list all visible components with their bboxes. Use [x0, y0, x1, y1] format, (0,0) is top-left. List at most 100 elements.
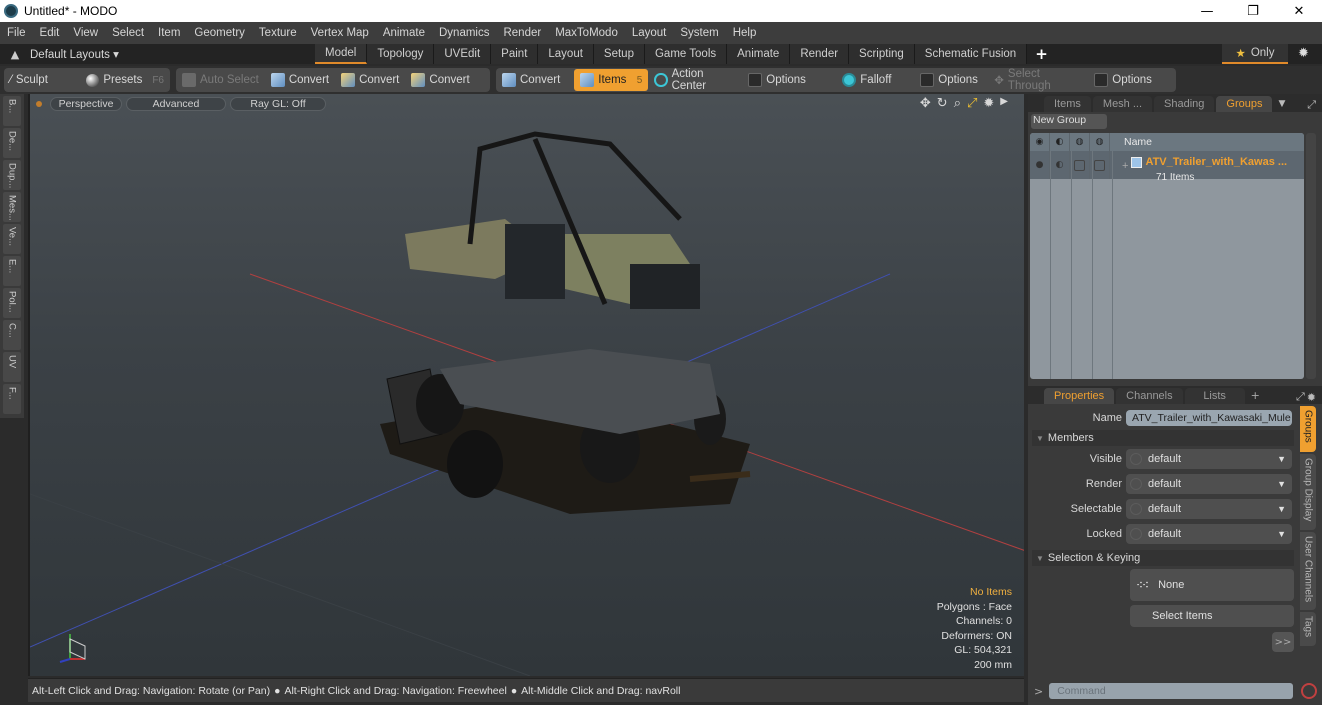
- convert-items-button[interactable]: Convert: [496, 69, 566, 91]
- render-toggle[interactable]: ◐: [1050, 151, 1070, 179]
- name-column-header[interactable]: Name: [1110, 136, 1152, 148]
- side-tab-tags[interactable]: Tags: [1300, 612, 1316, 646]
- presets-button[interactable]: Presets F6: [80, 69, 170, 91]
- menu-file[interactable]: File: [0, 27, 33, 39]
- tab-render[interactable]: Render: [790, 44, 850, 64]
- menu-animate[interactable]: Animate: [376, 27, 432, 39]
- strip-tab-fusion[interactable]: F...: [3, 384, 21, 414]
- lock-column-icon[interactable]: ◍: [1070, 133, 1090, 151]
- sculpt-button[interactable]: ⁄ Sculpt: [4, 69, 80, 91]
- members-section-header[interactable]: ▼ Members: [1032, 430, 1294, 446]
- group-list[interactable]: ◉ ◐ ◍ ◍ Name ● ◐ + ATV_Trailer_with_Kawa…: [1030, 133, 1304, 379]
- menu-vertex-map[interactable]: Vertex Map: [304, 27, 376, 39]
- tab-lists[interactable]: Lists: [1184, 388, 1245, 404]
- convert-polygons-button[interactable]: Convert: [405, 69, 475, 91]
- locked-key-radio[interactable]: [1130, 528, 1142, 540]
- tab-paint[interactable]: Paint: [491, 44, 539, 64]
- atv-trailer-model[interactable]: [380, 131, 751, 514]
- tab-model[interactable]: Model: [315, 44, 368, 64]
- select-items-button[interactable]: Select Items: [1130, 605, 1294, 627]
- add-tab-button[interactable]: +: [1251, 389, 1260, 402]
- record-macro-icon[interactable]: [1301, 683, 1318, 699]
- tab-mesh[interactable]: Mesh ...: [1092, 96, 1153, 112]
- visibility-toggle[interactable]: ●: [1030, 151, 1050, 179]
- tab-layout[interactable]: Layout: [538, 44, 594, 64]
- close-button[interactable]: ✕: [1276, 0, 1322, 22]
- strip-tab-mesh-edit[interactable]: Mes...: [3, 192, 21, 222]
- menu-texture[interactable]: Texture: [252, 27, 304, 39]
- tab-uvedit[interactable]: UVEdit: [434, 44, 492, 64]
- strip-tab-polygon[interactable]: Pol...: [3, 288, 21, 318]
- tab-scripting[interactable]: Scripting: [849, 44, 915, 64]
- menu-edit[interactable]: Edit: [33, 27, 67, 39]
- selectable-key-radio[interactable]: [1130, 503, 1142, 515]
- expand-plus-icon[interactable]: +: [1122, 160, 1128, 172]
- falloff-options-button[interactable]: Options: [914, 69, 988, 91]
- menu-help[interactable]: Help: [726, 27, 764, 39]
- render-column-icon[interactable]: ◐: [1050, 133, 1070, 151]
- menu-dynamics[interactable]: Dynamics: [432, 27, 496, 39]
- add-layout-tab-button[interactable]: +: [1027, 45, 1056, 63]
- menu-view[interactable]: View: [66, 27, 105, 39]
- tab-game-tools[interactable]: Game Tools: [644, 44, 728, 64]
- auto-select-button[interactable]: Auto Select: [176, 69, 265, 91]
- minimize-button[interactable]: —: [1184, 0, 1230, 22]
- menu-layout[interactable]: Layout: [625, 27, 674, 39]
- tabs-dropdown-icon[interactable]: ▼: [1278, 99, 1285, 109]
- tab-groups[interactable]: Groups: [1216, 96, 1273, 112]
- group-list-scrollbar[interactable]: [1306, 133, 1316, 379]
- items-mode-button[interactable]: Items 5: [574, 69, 649, 91]
- tab-topology[interactable]: Topology: [367, 44, 435, 64]
- only-filter-button[interactable]: ★ Only: [1222, 44, 1288, 64]
- layout-up-icon[interactable]: ▲: [0, 48, 30, 61]
- menu-geometry[interactable]: Geometry: [187, 27, 252, 39]
- visibility-column-icon[interactable]: ◉: [1030, 133, 1050, 151]
- tab-schematic-fusion[interactable]: Schematic Fusion: [914, 44, 1028, 64]
- tab-properties[interactable]: Properties: [1044, 388, 1115, 404]
- tab-items[interactable]: Items: [1044, 96, 1091, 112]
- restore-button[interactable]: ❐: [1230, 0, 1276, 22]
- tab-animate[interactable]: Animate: [727, 44, 791, 64]
- command-input[interactable]: Command: [1049, 683, 1294, 699]
- select-through-button[interactable]: ✥ Select Through: [988, 68, 1088, 92]
- selection-keying-section-header[interactable]: ▼ Selection & Keying: [1032, 550, 1294, 566]
- side-tab-group-display[interactable]: Group Display: [1300, 454, 1316, 530]
- menu-item[interactable]: Item: [151, 27, 187, 39]
- select-column-icon[interactable]: ◍: [1090, 133, 1110, 151]
- more-button[interactable]: >>: [1272, 632, 1294, 652]
- selectable-dropdown[interactable]: default ▼: [1126, 499, 1292, 519]
- side-tab-groups[interactable]: Groups: [1300, 406, 1316, 452]
- strip-tab-curve[interactable]: C...: [3, 320, 21, 350]
- locked-dropdown[interactable]: default ▼: [1126, 524, 1292, 544]
- menu-system[interactable]: System: [673, 27, 725, 39]
- strip-tab-uv[interactable]: UV: [3, 352, 21, 382]
- panel-settings-icon[interactable]: ✹: [1307, 391, 1316, 404]
- select-toggle[interactable]: [1090, 151, 1110, 179]
- new-group-button[interactable]: New Group: [1031, 114, 1107, 129]
- select-through-options-button[interactable]: Options: [1088, 69, 1158, 91]
- action-center-button[interactable]: Action Center: [648, 68, 742, 92]
- convert-edges-button[interactable]: Convert: [335, 69, 405, 91]
- strip-tab-edge[interactable]: E...: [3, 256, 21, 286]
- tab-channels[interactable]: Channels: [1116, 388, 1183, 404]
- strip-tab-bevel[interactable]: B...: [3, 96, 21, 126]
- none-selection-set-button[interactable]: ⁖⁖ None: [1130, 569, 1294, 601]
- menu-select[interactable]: Select: [105, 27, 151, 39]
- menu-render[interactable]: Render: [496, 27, 548, 39]
- visible-key-radio[interactable]: [1130, 453, 1142, 465]
- render-dropdown[interactable]: default ▼: [1126, 474, 1292, 494]
- falloff-button[interactable]: Falloff: [836, 69, 914, 91]
- strip-tab-duplicate[interactable]: Dup...: [3, 160, 21, 190]
- strip-tab-vertex[interactable]: Ve...: [3, 224, 21, 254]
- tab-shading[interactable]: Shading: [1154, 96, 1215, 112]
- render-key-radio[interactable]: [1130, 478, 1142, 490]
- visible-dropdown[interactable]: default ▼: [1126, 449, 1292, 469]
- side-tab-user-channels[interactable]: User Channels: [1300, 532, 1316, 610]
- convert-vertices-button[interactable]: Convert: [265, 69, 335, 91]
- tab-setup[interactable]: Setup: [593, 44, 645, 64]
- settings-gear-icon[interactable]: ✹: [1298, 46, 1309, 61]
- 3d-viewport[interactable]: Perspective Advanced Ray GL: Off ✥ ↻ ⌕ ⤢…: [28, 94, 1024, 676]
- lock-toggle[interactable]: [1070, 151, 1090, 179]
- strip-tab-deform[interactable]: De...: [3, 128, 21, 158]
- menu-maxtomodo[interactable]: MaxToModo: [548, 27, 625, 39]
